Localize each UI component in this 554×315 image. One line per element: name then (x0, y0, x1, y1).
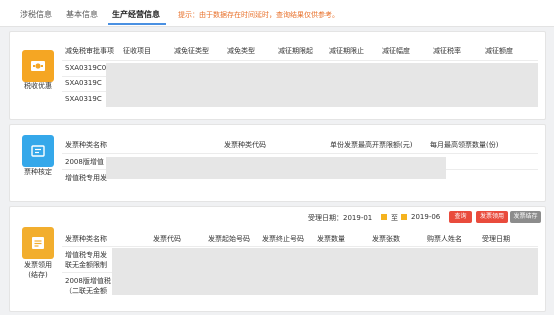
col-relief-type: 减免类型 (227, 47, 255, 55)
date-range-separator: 至 (391, 214, 398, 222)
col-invoice-sheets: 发票张数 (372, 235, 400, 243)
invoice-stock-button[interactable]: 发票结存 (510, 211, 541, 223)
table-row: 增值税专用发 (65, 174, 107, 182)
col-period-end: 减征期限止 (329, 47, 364, 55)
col-levy-item: 征收项目 (123, 47, 151, 55)
calendar-icon[interactable] (401, 214, 407, 220)
col-invoice-type-name: 发票种类名称 (65, 141, 107, 149)
invoice-type-card: 票种核定 发票种类名称 发票种类代码 单份发票最高开票限额(元) 每月最高领票数… (9, 124, 546, 202)
invoice-collect-label: 发票领用 (24, 261, 52, 269)
col-invoice-quantity: 发票数量 (317, 235, 345, 243)
invoice-collect-button[interactable]: 发票领用 (476, 211, 508, 223)
document-icon (22, 227, 54, 259)
col-relief-range: 减征幅度 (382, 47, 410, 55)
invoice-icon (22, 135, 54, 167)
col-invoice-code: 发票代码 (153, 235, 181, 243)
invoice-collect-card: 受理日期：2019-01 至 2019-06 查询 发票领用 发票结存 发票领用… (9, 206, 546, 312)
col-start-number: 发票起始号码 (208, 235, 250, 243)
active-tab-indicator (108, 23, 166, 25)
table-row-subline: 联无金额限制 (65, 261, 107, 269)
redaction-mask (112, 248, 538, 295)
table-row: 2008版增值 (65, 158, 104, 166)
date-range-end[interactable]: 2019-06 (411, 213, 440, 221)
table-row: SXA0319C (65, 95, 102, 103)
tab-basic-info[interactable]: 基本信息 (66, 9, 98, 20)
redaction-mask (106, 63, 538, 107)
col-buyer-name: 购票人姓名 (427, 235, 462, 243)
col-approval-item: 减免税审批事项 (65, 47, 114, 55)
delay-notice: 提示：由于数据存在时间延时，查询结果仅供参考。 (178, 11, 339, 19)
col-accept-date: 受理日期 (482, 235, 510, 243)
col-end-number: 发票终止号码 (262, 235, 304, 243)
table-row: SXA0319C (65, 79, 102, 87)
col-relief-rate: 减征税率 (433, 47, 461, 55)
date-range-start[interactable]: 受理日期：2019-01 (308, 213, 372, 223)
table-row: 增值税专用发 (65, 251, 107, 259)
col-monthly-max: 每月最高领票数量(份) (430, 141, 499, 149)
table-row: 2008版增值税 (65, 277, 111, 285)
tab-operation-info[interactable]: 生产经营信息 (112, 9, 160, 20)
calendar-icon[interactable] (381, 214, 387, 220)
invoice-type-label: 票种核定 (24, 168, 52, 176)
query-button[interactable]: 查询 (449, 211, 472, 223)
ticket-icon (22, 50, 54, 82)
col-period-start: 减征期限起 (278, 47, 313, 55)
table-row-subline: （二联无金额 (65, 287, 107, 295)
tax-preference-card: 税收优惠 减免税审批事项 征收项目 减免征类型 减免类型 减征期限起 减征期限止… (9, 31, 546, 120)
invoice-collect-sublabel: (结存) (28, 271, 48, 279)
col-invoice-name: 发票种类名称 (65, 235, 107, 243)
tax-preference-label: 税收优惠 (24, 82, 52, 90)
col-invoice-type-code: 发票种类代码 (224, 141, 266, 149)
tab-tax-info[interactable]: 涉税信息 (20, 9, 52, 20)
redaction-mask (106, 157, 446, 179)
col-relief-amount: 减征额度 (485, 47, 513, 55)
col-relief-category: 减免征类型 (174, 47, 209, 55)
tab-bar: 涉税信息 基本信息 生产经营信息 提示：由于数据存在时间延时，查询结果仅供参考。 (0, 0, 554, 27)
col-max-amount: 单份发票最高开票限额(元) (330, 141, 413, 149)
